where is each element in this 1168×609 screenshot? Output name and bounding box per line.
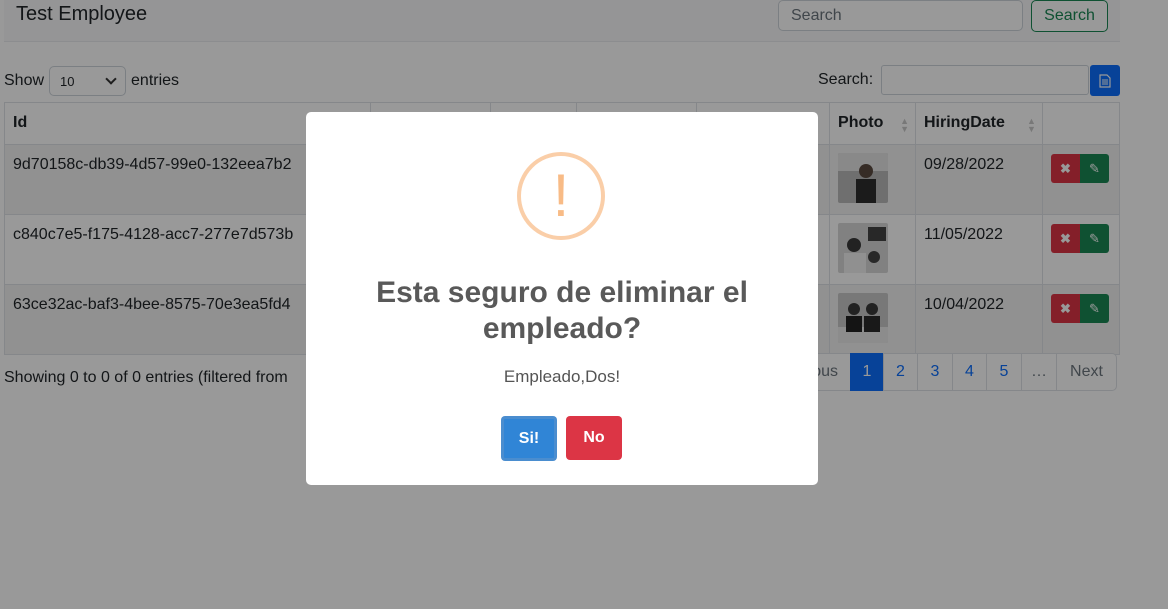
warning-icon: ! <box>517 152 605 240</box>
confirm-button[interactable]: Si! <box>501 416 557 461</box>
cancel-button[interactable]: No <box>566 416 622 460</box>
dialog-title: Esta seguro de eliminar el empleado? <box>376 276 748 345</box>
dialog-text: Empleado,Dos! <box>503 367 621 386</box>
confirm-dialog: ! Esta seguro de eliminar el empleado? E… <box>306 112 818 485</box>
